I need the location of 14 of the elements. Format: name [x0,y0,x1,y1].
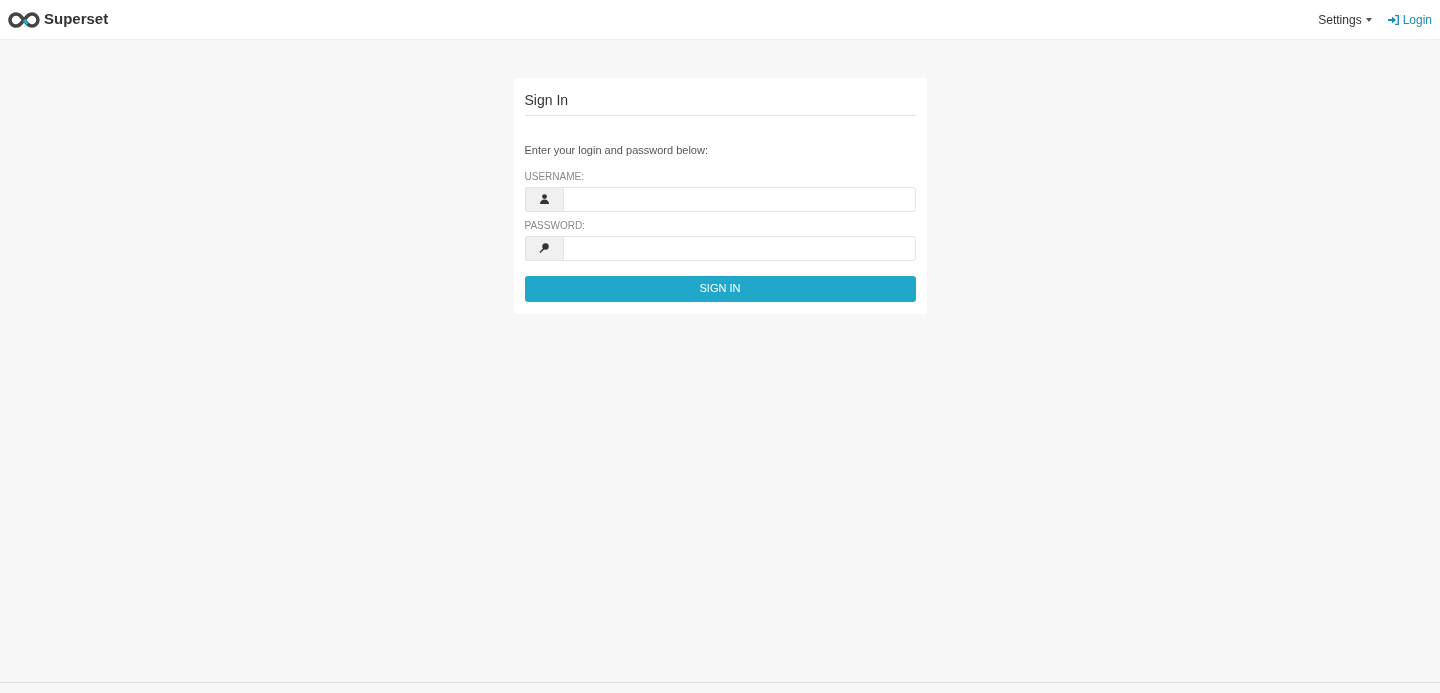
logo-icon [8,11,40,28]
key-icon [539,243,549,253]
sign-in-icon [1387,14,1399,25]
caret-icon [1365,17,1372,22]
field-label: PASSWORD: [524,218,586,233]
brand-name[interactable]: Superset [44,8,109,31]
user-icon [539,194,549,204]
password-field[interactable] [562,235,916,261]
login-link[interactable]: Login [1387,10,1432,29]
field-label: USERNAME: [524,169,585,184]
card-title: Sign In [524,88,916,116]
settings-menu[interactable]: Settings [1318,10,1372,29]
instructions: Enter your login and password below: [524,143,709,158]
username-field[interactable] [562,186,916,212]
